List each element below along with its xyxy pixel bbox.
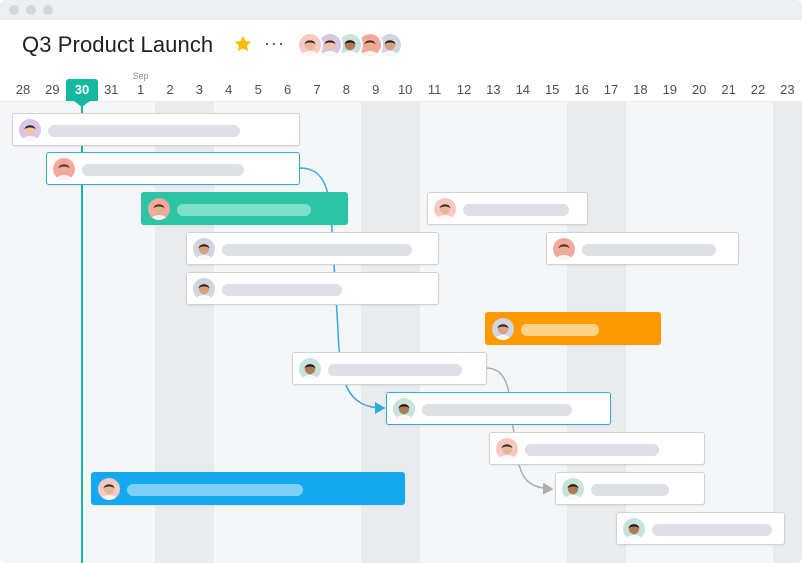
date-19: 19 — [662, 82, 678, 97]
date-16: 16 — [574, 82, 589, 97]
task-name-placeholder — [82, 164, 244, 176]
task-name-placeholder — [591, 484, 669, 496]
date-18: 18 — [633, 82, 648, 97]
date-9: 9 — [372, 82, 380, 97]
date-23: 23 — [780, 82, 795, 97]
date-21: 21 — [721, 82, 736, 97]
dependency-link-2 — [485, 367, 554, 495]
task-bar[interactable] — [141, 192, 348, 225]
avatar[interactable] — [297, 32, 323, 58]
today-badge-pointer — [74, 101, 90, 107]
assignee-avatar[interactable] — [434, 198, 456, 220]
date-5: 5 — [254, 82, 262, 97]
assignee-avatar[interactable] — [393, 398, 415, 420]
task-name-placeholder — [328, 364, 462, 376]
date-10: 10 — [397, 82, 413, 97]
date-31: 31 — [103, 82, 119, 97]
assignee-avatar[interactable] — [623, 518, 645, 540]
task-name-placeholder — [177, 204, 311, 216]
window-minimize-dot[interactable] — [26, 5, 36, 15]
project-title: Q3 Product Launch — [22, 32, 214, 57]
task-name-placeholder — [652, 524, 772, 536]
task-name-placeholder — [222, 244, 412, 256]
date-7: 7 — [313, 82, 321, 97]
date-12: 12 — [456, 82, 472, 97]
task-bar[interactable] — [616, 512, 785, 545]
date-17: 17 — [603, 82, 619, 97]
star-icon[interactable] — [233, 34, 253, 54]
date-20: 20 — [691, 82, 707, 97]
task-bar[interactable] — [546, 232, 739, 265]
task-bar[interactable] — [186, 232, 439, 265]
date-8: 8 — [342, 82, 350, 97]
more-options-button[interactable]: ··· — [264, 33, 285, 54]
window-titlebar — [0, 0, 802, 20]
task-name-placeholder — [463, 204, 569, 216]
assignee-avatar[interactable] — [496, 438, 518, 460]
task-bar[interactable] — [46, 152, 300, 185]
assignee-avatar[interactable] — [492, 318, 514, 340]
task-bar[interactable] — [12, 113, 300, 146]
task-bar[interactable] — [386, 392, 611, 425]
assignee-avatar[interactable] — [148, 198, 170, 220]
weekend-column — [772, 102, 802, 563]
task-bar[interactable] — [489, 432, 705, 465]
date-28: 28 — [15, 82, 31, 97]
assignee-avatar[interactable] — [98, 478, 120, 500]
date-3: 3 — [195, 82, 203, 97]
task-bar[interactable] — [292, 352, 487, 385]
project-header: Q3 Product Launch ··· — [0, 20, 802, 70]
task-name-placeholder — [222, 284, 342, 296]
task-bar[interactable] — [485, 312, 661, 345]
month-label: Sep — [132, 71, 149, 81]
task-bar[interactable] — [555, 472, 705, 505]
date-13: 13 — [486, 82, 501, 97]
task-name-placeholder — [127, 484, 303, 496]
window-close-dot[interactable] — [9, 5, 19, 15]
task-bar[interactable] — [186, 272, 439, 305]
date-15: 15 — [544, 82, 560, 97]
date-14: 14 — [515, 82, 531, 97]
task-name-placeholder — [48, 125, 240, 137]
assignee-avatar[interactable] — [299, 358, 321, 380]
assignee-avatar[interactable] — [193, 238, 215, 260]
timeline-date-header: Sep 282930311234567891011121314151617181… — [0, 70, 802, 102]
today-date-badge[interactable]: 30 — [66, 79, 98, 101]
date-29: 29 — [45, 82, 60, 97]
date-4: 4 — [225, 82, 233, 97]
task-name-placeholder — [582, 244, 716, 256]
assignee-avatar[interactable] — [562, 478, 584, 500]
task-name-placeholder — [422, 404, 572, 416]
date-11: 11 — [427, 82, 442, 97]
assignee-avatar[interactable] — [193, 278, 215, 300]
assignee-avatar[interactable] — [19, 119, 41, 141]
window-zoom-dot[interactable] — [43, 5, 53, 15]
date-6: 6 — [283, 82, 292, 97]
assignee-avatar[interactable] — [553, 238, 575, 260]
date-1: 1 — [136, 82, 145, 97]
assignee-avatar[interactable] — [53, 158, 75, 180]
date-2: 2 — [166, 82, 174, 97]
task-bar[interactable] — [427, 192, 588, 225]
task-name-placeholder — [521, 324, 599, 336]
app-window: Q3 Product Launch ··· Sep 28293031123456… — [0, 0, 802, 563]
task-bar[interactable] — [91, 472, 405, 505]
task-name-placeholder — [525, 444, 659, 456]
date-22: 22 — [750, 82, 766, 97]
